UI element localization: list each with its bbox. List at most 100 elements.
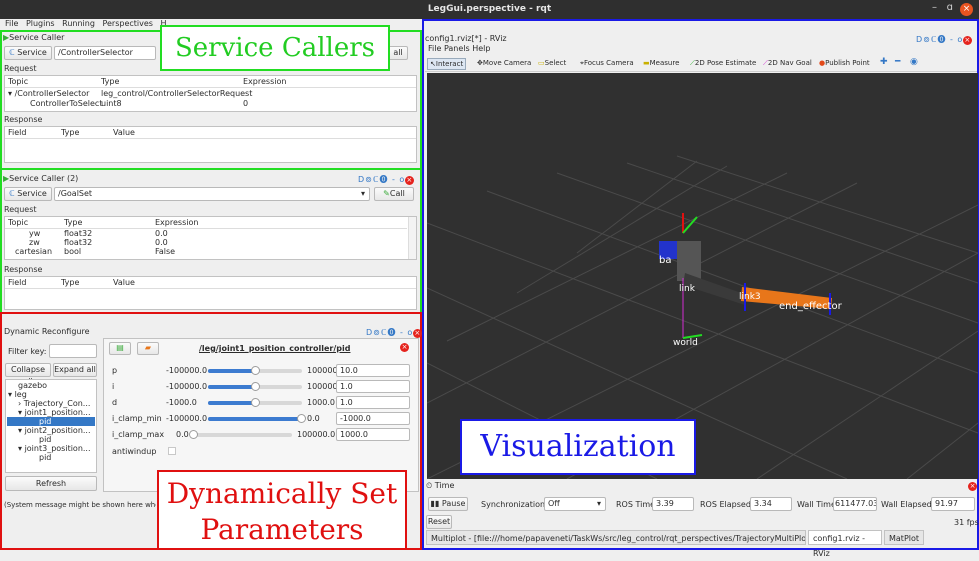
service-caller-1-title-row: ▶Service Caller (3, 33, 64, 42)
param-value-input[interactable]: 1.0 (336, 380, 410, 393)
tree-item[interactable]: gazebo (18, 381, 47, 390)
close-icon[interactable]: × (413, 329, 423, 338)
param-slider[interactable] (208, 414, 307, 423)
slider-knob[interactable] (189, 430, 198, 439)
param-value-input[interactable]: -1000.0 (336, 412, 410, 425)
dock-buttons-icon[interactable]: D⊚ℂ⓿ - o (366, 328, 413, 337)
sync-value: Off (548, 499, 560, 508)
dock-controls[interactable]: D⊚ℂ⓿ - o× (916, 34, 973, 45)
tree-item-selected[interactable]: pid (7, 417, 95, 426)
antiwindup-label: antiwindup (112, 447, 157, 456)
rviz-menu-help[interactable]: Help (472, 44, 490, 53)
menu-file[interactable]: File (5, 19, 18, 28)
tool-measure[interactable]: ▬Measure (643, 59, 679, 67)
row-expression[interactable]: False (155, 247, 175, 256)
filter-key-input[interactable] (49, 344, 97, 358)
tree-item[interactable]: ▾ joint2_position... (18, 426, 91, 435)
tool-2d-pose-estimate[interactable]: ⟋2D Pose Estimate (690, 59, 756, 68)
tree-item[interactable]: › Trajectory_Con... (18, 399, 90, 408)
expand-all-button[interactable]: Expand all (53, 363, 97, 377)
save-icon[interactable]: ▤ (109, 342, 131, 355)
chevron-down-icon[interactable]: ▾ (361, 188, 365, 199)
col-type: Type (101, 77, 120, 86)
dock-buttons-icon[interactable]: D⊚ℂ⓿ - o (358, 175, 405, 184)
slider-knob[interactable] (297, 414, 307, 423)
service-2-select[interactable]: /GoalSet ▾ (54, 187, 370, 201)
tool-label: 2D Nav Goal (767, 59, 812, 67)
tool-move-camera[interactable]: ✥Move Camera (477, 59, 531, 67)
remove-tool-icon[interactable]: ━ (895, 57, 900, 67)
tool-interact[interactable]: ↖Interact (427, 58, 467, 70)
param-value-input[interactable]: 1.0 (336, 396, 410, 409)
tool-select[interactable]: ▭Select (538, 59, 566, 67)
tab-multiplot[interactable]: Multiplot - [file:///home/papaveneti/Tas… (426, 530, 806, 545)
tab-rviz[interactable]: config1.rviz - RViz (808, 530, 882, 558)
service-2-call-button[interactable]: ✎Call (374, 187, 414, 201)
sync-select[interactable]: Off ▾ (544, 497, 606, 511)
add-tool-icon[interactable]: ✚ (880, 57, 888, 67)
annotation-line-2: Parameters (200, 513, 364, 546)
row-expression[interactable]: 0.0 (155, 238, 168, 247)
slider-knob[interactable] (251, 382, 260, 391)
rviz-menu-file[interactable]: File (428, 44, 441, 53)
service-1-select[interactable]: /ControllerSelector (54, 46, 156, 60)
menu-plugins[interactable]: Plugins (26, 19, 55, 28)
param-slider[interactable] (189, 430, 292, 439)
wall-time-field[interactable]: 611477.03 (833, 497, 877, 511)
param-slider[interactable] (208, 398, 302, 407)
maximize-icon[interactable]: ɑ (947, 2, 953, 13)
dock-controls[interactable]: D⊚ℂ⓿ - o× (358, 174, 415, 185)
service-caller-2-title-row: ▶Service Caller (2) (3, 174, 78, 183)
pause-button[interactable]: ▮▮ Pause (428, 497, 468, 511)
open-folder-icon[interactable]: ▰ (137, 342, 159, 355)
param-value-input[interactable]: 1000.0 (336, 428, 410, 441)
tree-item[interactable]: ▾ joint1_position... (18, 408, 91, 417)
row-topic: cartesian (15, 247, 53, 256)
ros-time-field[interactable]: 3.39 (652, 497, 694, 511)
tool-label: Measure (649, 59, 680, 67)
dock-controls[interactable]: D⊚ℂ⓿ - o× (366, 327, 423, 338)
param-value-input[interactable]: 10.0 (336, 364, 410, 377)
collapse-all-button[interactable]: Collapse all (5, 363, 51, 386)
row-expression[interactable]: 0 (243, 99, 248, 108)
tool-options-icon[interactable]: ◉ (910, 57, 918, 67)
antiwindup-checkbox[interactable] (168, 447, 176, 455)
service-1-refresh-button[interactable]: ℂ Service (4, 46, 52, 60)
dock-buttons-icon[interactable]: D⊚ℂ⓿ - o (916, 35, 963, 44)
slider-knob[interactable] (251, 366, 260, 375)
slider-knob[interactable] (251, 398, 260, 407)
ros-elapsed-field[interactable]: 3.34 (750, 497, 792, 511)
pencil-icon: ✎ (383, 189, 390, 198)
tree-item[interactable]: ▾ leg (8, 390, 27, 399)
menu-running[interactable]: Running (62, 19, 95, 28)
tool-focus-camera[interactable]: ⌖Focus Camera (580, 59, 634, 68)
refresh-icon: ℂ (9, 48, 15, 57)
close-icon[interactable]: × (960, 3, 973, 16)
wall-elapsed-field[interactable]: 91.97 (931, 497, 975, 511)
close-icon[interactable]: × (963, 36, 973, 45)
close-node-icon[interactable]: × (400, 343, 409, 352)
tool-2d-nav-goal[interactable]: ⟋2D Nav Goal (763, 59, 812, 68)
param-slider[interactable] (208, 382, 302, 391)
row-expression[interactable]: 0.0 (155, 229, 168, 238)
reset-button[interactable]: Reset (426, 515, 452, 529)
tab-matplot[interactable]: MatPlot (884, 530, 924, 545)
tree-item[interactable]: pid (39, 453, 51, 462)
param-slider[interactable] (208, 366, 302, 375)
service-2-refresh-button[interactable]: ℂ Service (4, 187, 52, 201)
rviz-menu-panels[interactable]: Panels (444, 44, 470, 53)
minimize-icon[interactable]: – (932, 2, 937, 13)
menu-perspectives[interactable]: Perspectives (102, 19, 153, 28)
tree-item[interactable]: ▾ joint3_position... (18, 444, 91, 453)
table-row[interactable]: ▾ /ControllerSelector (8, 89, 89, 98)
row-type: leg_control/ControllerSelectorRequest (101, 89, 253, 98)
close-icon[interactable]: × (405, 176, 415, 185)
service-1-call-button[interactable]: all (388, 46, 408, 60)
scrollbar[interactable] (408, 217, 416, 259)
close-icon[interactable]: × (968, 482, 977, 491)
tree-item[interactable]: pid (39, 435, 51, 444)
refresh-button[interactable]: Refresh (5, 476, 97, 491)
tool-publish-point[interactable]: ●Publish Point (819, 59, 870, 67)
chevron-down-icon[interactable]: ▾ (597, 498, 601, 509)
service-2-request-table: Topic Type Expression yw float32 0.0 zw … (4, 216, 417, 260)
